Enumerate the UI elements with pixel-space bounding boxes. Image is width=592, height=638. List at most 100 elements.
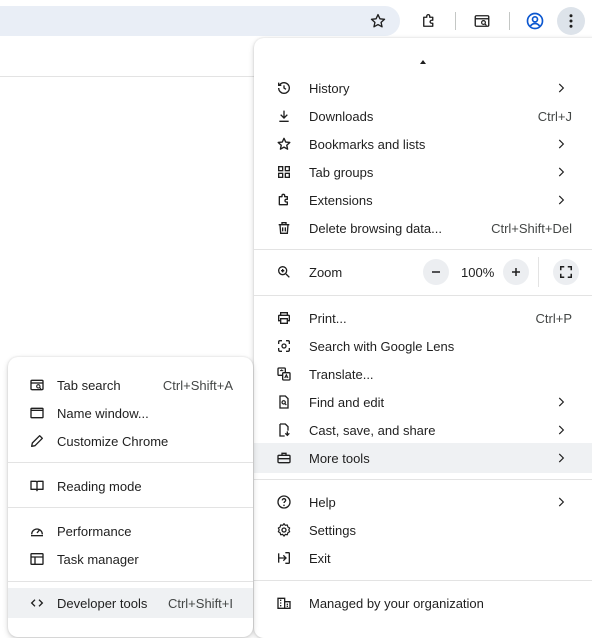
browser-toolbar <box>0 0 592 42</box>
chevron-right-icon <box>558 195 565 205</box>
submenu-item-task-manager[interactable]: Task manager <box>8 545 253 573</box>
cast-save-icon <box>276 422 292 438</box>
menu-item-label: Reading mode <box>57 479 142 494</box>
extensions-icon[interactable] <box>415 7 443 35</box>
code-icon <box>29 595 45 611</box>
star-icon <box>276 136 292 152</box>
plus-icon <box>512 268 520 276</box>
menu-item-label: Settings <box>309 523 356 538</box>
menu-item-tab-groups[interactable]: Tab groups <box>254 158 592 186</box>
lens-icon <box>276 338 292 354</box>
menu-divider <box>254 580 592 581</box>
building-icon <box>276 595 292 611</box>
submenu-item-developer-tools[interactable]: Developer tools Ctrl+Shift+I <box>8 588 253 618</box>
chevron-right-icon <box>558 453 565 463</box>
menu-item-label: Task manager <box>57 552 139 567</box>
menu-item-label: History <box>309 81 350 96</box>
menu-item-label: Managed by your organization <box>309 596 484 611</box>
menu-item-exit[interactable]: Exit <box>254 544 592 572</box>
profile-icon[interactable] <box>521 7 549 35</box>
zoom-label: Zoom <box>309 265 343 280</box>
fullscreen-icon <box>559 265 573 279</box>
menu-item-label: Search with Google Lens <box>309 339 455 354</box>
submenu-item-tab-search[interactable]: Tab search Ctrl+Shift+A <box>8 371 253 399</box>
menu-item-label: Name window... <box>57 406 149 421</box>
zoom-value: 100% <box>461 265 495 280</box>
content-divider <box>0 76 270 77</box>
settings-icon <box>276 522 292 538</box>
more-tools-submenu: Tab search Ctrl+Shift+A Name window... C… <box>8 357 253 637</box>
zoom-icon <box>276 264 292 280</box>
task-manager-icon <box>29 551 45 567</box>
menu-item-history[interactable]: History <box>254 74 592 102</box>
menu-item-label: Performance <box>57 524 132 539</box>
menu-item-extensions[interactable]: Extensions <box>254 186 592 214</box>
chrome-main-menu: History Downloads Ctrl+J Bookmarks and l… <box>254 38 592 638</box>
menu-item-downloads[interactable]: Downloads Ctrl+J <box>254 102 592 130</box>
menu-item-label: Print... <box>309 311 347 326</box>
tab-search-icon <box>29 377 45 393</box>
chevron-right-icon <box>558 139 565 149</box>
menu-item-cast-save-share[interactable]: Cast, save, and share <box>254 416 592 444</box>
submenu-item-name-window[interactable]: Name window... <box>8 399 253 427</box>
menu-item-label: Delete browsing data... <box>309 221 442 236</box>
download-icon <box>276 108 292 124</box>
menu-item-help[interactable]: Help <box>254 488 592 516</box>
find-icon <box>276 394 292 410</box>
menu-item-find-and-edit[interactable]: Find and edit <box>254 388 592 416</box>
menu-item-label: Customize Chrome <box>57 434 169 449</box>
shortcut-text: Ctrl+Shift+I <box>167 596 233 611</box>
menu-divider <box>8 581 253 582</box>
trash-icon <box>276 220 292 236</box>
zoom-out-button[interactable] <box>423 259 449 285</box>
more-vert-icon[interactable] <box>557 7 585 35</box>
toolbar-separator <box>509 12 510 30</box>
menu-item-google-lens[interactable]: Search with Google Lens <box>254 332 592 360</box>
menu-item-label: Developer tools <box>57 596 148 611</box>
menu-item-label: Cast, save, and share <box>309 423 436 438</box>
submenu-item-customize-chrome[interactable]: Customize Chrome <box>8 427 253 455</box>
menu-item-label: Extensions <box>309 193 373 208</box>
shortcut-text: Ctrl+P <box>535 311 572 326</box>
zoom-separator <box>538 257 539 287</box>
menu-item-more-tools[interactable]: More tools <box>254 443 592 473</box>
menu-item-label: More tools <box>309 451 370 466</box>
fullscreen-button[interactable] <box>553 259 579 285</box>
history-icon <box>276 80 292 96</box>
menu-item-settings[interactable]: Settings <box>254 516 592 544</box>
menu-item-bookmarks[interactable]: Bookmarks and lists <box>254 130 592 158</box>
menu-item-label: Exit <box>309 551 331 566</box>
menu-item-delete-browsing-data[interactable]: Delete browsing data... Ctrl+Shift+Del <box>254 214 592 242</box>
shortcut-text: Ctrl+Shift+A <box>162 378 233 393</box>
tab-search-icon[interactable] <box>468 7 496 35</box>
performance-icon <box>29 523 45 539</box>
shortcut-text: Ctrl+Shift+Del <box>491 221 572 236</box>
star-icon[interactable] <box>364 7 392 35</box>
submenu-item-reading-mode[interactable]: Reading mode <box>8 472 253 500</box>
menu-item-label: Tab search <box>57 378 121 393</box>
menu-divider <box>8 507 253 508</box>
toolbox-icon <box>276 450 292 466</box>
chevron-right-icon <box>558 425 565 435</box>
menu-item-label: Translate... <box>309 367 374 382</box>
reading-mode-icon <box>29 478 45 494</box>
menu-divider <box>254 295 592 296</box>
zoom-in-button[interactable] <box>503 259 529 285</box>
menu-divider <box>8 462 253 463</box>
pencil-icon <box>29 433 45 449</box>
scroll-up-caret-icon[interactable] <box>420 60 426 64</box>
menu-item-label: Help <box>309 495 336 510</box>
toolbar-separator <box>455 12 456 30</box>
chevron-right-icon <box>558 167 565 177</box>
chevron-right-icon <box>558 497 565 507</box>
print-icon <box>276 310 292 326</box>
menu-item-print[interactable]: Print... Ctrl+P <box>254 304 592 332</box>
minus-icon <box>432 271 440 273</box>
menu-item-label: Downloads <box>309 109 374 124</box>
menu-item-translate[interactable]: Translate... <box>254 360 592 388</box>
window-icon <box>29 405 45 421</box>
submenu-item-performance[interactable]: Performance <box>8 517 253 545</box>
chevron-right-icon <box>558 83 565 93</box>
menu-item-managed[interactable]: Managed by your organization <box>254 589 592 617</box>
address-bar[interactable] <box>0 6 400 36</box>
